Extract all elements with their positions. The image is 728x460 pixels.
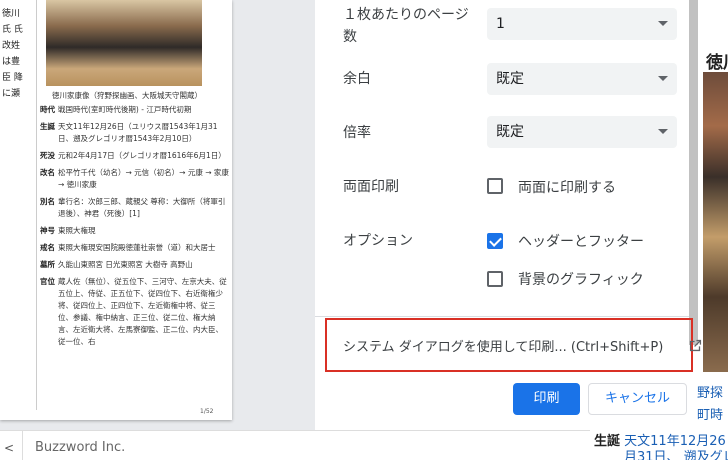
infobox-row: 別名 輩行名：次郎三郎、蔵親父 尊称：大御所（将軍引退後）、神君（死後）[1] bbox=[40, 196, 230, 220]
infobox-value: 久能山東照宮 日光東照宮 大樹寺 高野山 bbox=[58, 260, 193, 269]
background-portrait-image bbox=[703, 72, 728, 372]
scale-label: 倍率 bbox=[343, 125, 371, 141]
background-graphics-checkbox[interactable] bbox=[487, 271, 503, 287]
pages-per-sheet-value: 1 bbox=[496, 16, 505, 32]
cancel-button[interactable]: キャンセル bbox=[588, 383, 687, 415]
duplex-option-label[interactable]: 両面に印刷する bbox=[518, 177, 616, 197]
page-number: 1/52 bbox=[200, 408, 214, 415]
infobox-key: 官位 bbox=[40, 277, 55, 286]
background-birth-label: 生誕 bbox=[594, 434, 621, 449]
chevron-down-icon bbox=[658, 129, 668, 134]
options-label: オプション bbox=[343, 233, 413, 249]
infobox-key: 生誕 bbox=[40, 122, 55, 131]
infobox-key: 時代 bbox=[40, 105, 55, 114]
scrollbar-thumb[interactable] bbox=[689, 0, 698, 345]
background-birth-value-2[interactable]: 月31日、 遡及グレ bbox=[624, 446, 728, 460]
print-dialog-screen: 徳川 野探 町時 生誕 天文11年12月26 月31日、 遡及グレ < Buzz… bbox=[0, 0, 728, 460]
headers-footers-option-label[interactable]: ヘッダーとフッター bbox=[518, 231, 644, 251]
print-button[interactable]: 印刷 bbox=[513, 383, 580, 415]
divider bbox=[36, 0, 37, 410]
preview-left-text: 徳川氏 氏改姓 は豊臣 降に瀬 bbox=[2, 9, 23, 99]
infobox-key: 改名 bbox=[40, 168, 55, 177]
portrait-image bbox=[46, 0, 202, 86]
infobox-row: 死没 元和2年4月17日（グレゴリオ暦1616年6月1日） bbox=[40, 150, 230, 162]
print-preview: 徳川氏 氏改姓 は豊臣 降に瀬 徳川家康像（狩野探幽画、大阪城天守閣蔵） 時代戦… bbox=[0, 0, 315, 430]
infobox-row: 墓所 久能山東照宮 日光東照宮 大樹寺 高野山 bbox=[40, 259, 230, 271]
infobox-row: 官位 蔵人佐（無位）、従五位下、三河守、左京大夫、従五位上、侍従、正五位下、従四位… bbox=[40, 276, 230, 348]
infobox-key: 別名 bbox=[40, 197, 55, 206]
background-link[interactable]: 町時 bbox=[697, 404, 723, 423]
infobox-key: 神号 bbox=[40, 226, 55, 235]
infobox-row: 生誕 天文11年12月26日（ユリウス暦1543年1月31日、遡及グレゴリオ暦15… bbox=[40, 121, 230, 145]
infobox-value: 蔵人佐（無位）、従五位下、三河守、左京大夫、従五位上、侍従、正五位下、従四位下、… bbox=[58, 277, 227, 346]
infobox-value: 輩行名：次郎三郎、蔵親父 尊称：大御所（将軍引退後）、神君（死後）[1] bbox=[58, 197, 226, 218]
portrait-caption: 徳川家康像（狩野探幽画、大阪城天守閣蔵） bbox=[52, 91, 202, 100]
infobox-value: 松平竹千代（幼名）→ 元信（初名）→ 元康 → 家康 → 徳川家康 bbox=[58, 168, 229, 189]
chevron-down-icon bbox=[658, 21, 668, 26]
infobox-key: 死没 bbox=[40, 151, 55, 160]
infobox-value: 東照大権現安国院殿徳蓮社崇誉（道）和大居士 bbox=[58, 243, 216, 252]
infobox: 時代 戦国時代(室町時代後期) - 江戸時代初期 生誕 天文11年12月26日（ユリ… bbox=[40, 104, 230, 353]
margins-label: 余白 bbox=[343, 71, 371, 87]
pages-per-sheet-label: １枚あたりのページ数 bbox=[343, 7, 469, 45]
preview-page: 徳川氏 氏改姓 は豊臣 降に瀬 徳川家康像（狩野探幽画、大阪城天守閣蔵） 時代戦… bbox=[0, 0, 232, 420]
duplex-label: 両面印刷 bbox=[343, 179, 399, 195]
infobox-value: 天文11年12月26日（ユリウス暦1543年1月31日、遡及グレゴリオ暦1543… bbox=[58, 122, 218, 143]
company-name: Buzzword Inc. bbox=[35, 440, 126, 455]
margins-select[interactable]: 既定 bbox=[487, 63, 677, 95]
infobox-key: 墓所 bbox=[40, 260, 55, 269]
headers-footers-checkbox[interactable] bbox=[487, 233, 503, 249]
chevron-left-icon[interactable]: < bbox=[4, 441, 14, 455]
background-graphics-option-label[interactable]: 背景のグラフィック bbox=[518, 269, 644, 289]
open-in-new-icon bbox=[689, 339, 702, 352]
system-dialog-link[interactable]: システム ダイアログを使用して印刷... (Ctrl+Shift+P) bbox=[325, 318, 702, 372]
infobox-row: 改名 松平竹千代（幼名）→ 元信（初名）→ 元康 → 家康 → 徳川家康 bbox=[40, 167, 230, 191]
infobox-value: 元和2年4月17日（グレゴリオ暦1616年6月1日） bbox=[58, 151, 226, 160]
infobox-row: 時代 戦国時代(室町時代後期) - 江戸時代初期 bbox=[40, 104, 230, 116]
scale-value: 既定 bbox=[496, 124, 524, 140]
chevron-down-icon bbox=[658, 76, 668, 81]
infobox-value: 戦国時代(室町時代後期) - 江戸時代初期 bbox=[58, 105, 192, 114]
scale-select[interactable]: 既定 bbox=[487, 116, 677, 148]
system-dialog-text: システム ダイアログを使用して印刷... (Ctrl+Shift+P) bbox=[343, 340, 664, 355]
pages-per-sheet-select[interactable]: 1 bbox=[487, 8, 677, 40]
background-link[interactable]: 野探 bbox=[697, 382, 723, 401]
divider bbox=[315, 316, 689, 317]
divider bbox=[22, 431, 23, 460]
infobox-value: 東照大権現 bbox=[58, 226, 96, 235]
infobox-row: 戒名 東照大権現安国院殿徳蓮社崇誉（道）和大居士 bbox=[40, 242, 230, 254]
margins-value: 既定 bbox=[496, 71, 524, 87]
background-footer: < Buzzword Inc. bbox=[0, 430, 590, 460]
background-page-title: 徳川 bbox=[706, 53, 728, 73]
infobox-row: 神号 東照大権現 bbox=[40, 225, 230, 237]
duplex-checkbox[interactable] bbox=[487, 178, 503, 194]
infobox-key: 戒名 bbox=[40, 243, 55, 252]
